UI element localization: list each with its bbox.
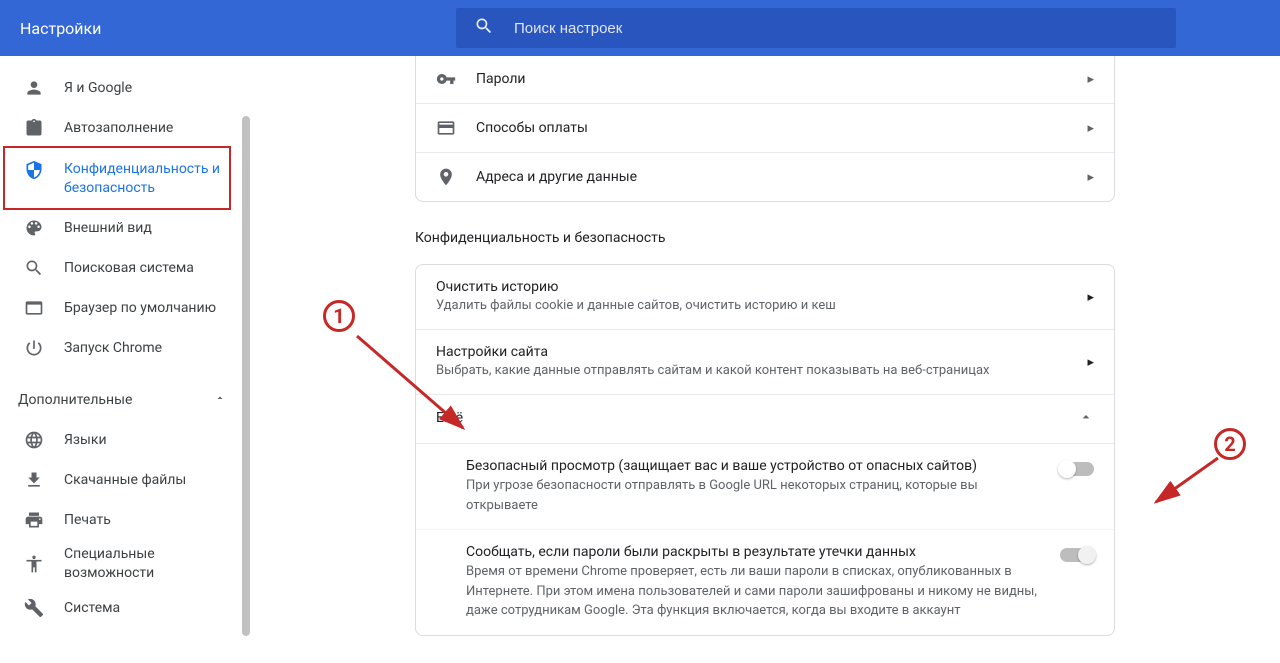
row-desc: Выбрать, какие данные отправлять сайтам … (436, 362, 1087, 380)
key-icon (436, 69, 456, 89)
annotation-marker-2: 2 (1214, 428, 1246, 460)
row-label: Адреса и другие данные (476, 169, 1087, 185)
sidebar-item-languages[interactable]: Языки (0, 420, 238, 460)
sidebar-section-label: Дополнительные (18, 392, 132, 408)
sidebar-section-advanced[interactable]: Дополнительные (0, 380, 250, 420)
sidebar-item-label: Запуск Chrome (64, 340, 162, 356)
palette-icon (24, 218, 44, 238)
sidebar-item-privacy-security[interactable]: Конфиденциальность и безопасность (0, 148, 238, 208)
row-desc: При угрозе безопасности отправлять в Goo… (466, 476, 1044, 515)
sidebar-item-label: Языки (64, 432, 107, 448)
row-desc: Время от времени Chrome проверяет, есть … (466, 562, 1044, 621)
clipboard-icon (24, 118, 44, 138)
chevron-right-icon: ▸ (1087, 170, 1094, 185)
chevron-right-icon: ▸ (1087, 355, 1094, 370)
annotation-marker-1: 1 (323, 300, 355, 332)
row-title: Очистить историю (436, 279, 1087, 295)
sidebar-item-you-and-google[interactable]: Я и Google (0, 68, 238, 108)
sidebar-item-system[interactable]: Система (0, 588, 238, 628)
sidebar-item-label: Специальные возможности (64, 545, 238, 583)
row-payment-methods[interactable]: Способы оплаты ▸ (416, 104, 1114, 153)
sidebar-item-label: Внешний вид (64, 220, 152, 236)
sidebar-item-print[interactable]: Печать (0, 500, 238, 540)
sidebar-item-label: Скачанные файлы (64, 472, 186, 488)
row-title: Сообщать, если пароли были раскрыты в ре… (466, 544, 1044, 560)
row-password-leak-detection: Сообщать, если пароли были раскрыты в ре… (416, 530, 1114, 635)
print-icon (24, 510, 44, 530)
row-desc: Удалить файлы cookie и данные сайтов, оч… (436, 297, 1087, 315)
sidebar-item-label: Автозаполнение (64, 120, 173, 136)
row-addresses[interactable]: Адреса и другие данные ▸ (416, 153, 1114, 201)
sidebar-item-appearance[interactable]: Внешний вид (0, 208, 238, 248)
accessibility-icon (24, 554, 44, 574)
chevron-right-icon: ▸ (1087, 72, 1094, 87)
search-icon (24, 258, 44, 278)
sidebar-item-accessibility[interactable]: Специальные возможности (0, 540, 238, 588)
sidebar-item-search-engine[interactable]: Поисковая система (0, 248, 238, 288)
row-label: Способы оплаты (476, 120, 1087, 136)
safe-browsing-toggle[interactable] (1060, 462, 1094, 476)
row-title: Настройки сайта (436, 344, 1087, 360)
annotation-arrow-2 (1148, 452, 1228, 512)
row-title: Безопасный просмотр (защищает вас и ваше… (466, 458, 1044, 474)
chevron-right-icon: ▸ (1087, 290, 1094, 305)
sidebar-item-label: Браузер по умолчанию (64, 300, 216, 316)
row-label: Пароли (476, 71, 1087, 87)
search-icon (474, 16, 514, 40)
browser-icon (24, 298, 44, 318)
chevron-up-icon (214, 392, 226, 408)
scrollbar[interactable] (242, 116, 250, 636)
row-safe-browsing: Безопасный просмотр (защищает вас и ваше… (416, 444, 1114, 530)
sidebar-item-on-startup[interactable]: Запуск Chrome (0, 328, 238, 368)
privacy-card: Очистить историю Удалить файлы cookie и … (415, 264, 1115, 636)
chevron-right-icon: ▸ (1087, 121, 1094, 136)
sidebar-item-label: Печать (64, 512, 111, 528)
sidebar-item-label: Поисковая система (64, 260, 194, 276)
person-icon (24, 78, 44, 98)
sidebar-item-downloads[interactable]: Скачанные файлы (0, 460, 238, 500)
row-site-settings[interactable]: Настройки сайта Выбрать, какие данные от… (416, 330, 1114, 395)
shield-icon (24, 160, 44, 180)
search-box[interactable] (456, 8, 1176, 48)
sidebar-item-label: Система (64, 600, 120, 616)
power-icon (24, 338, 44, 358)
app-header: Настройки (0, 0, 1280, 56)
main-content: Пароли ▸ Способы оплаты ▸ Адреса и други… (250, 56, 1280, 663)
password-leak-toggle[interactable] (1060, 548, 1094, 562)
sidebar-item-label: Конфиденциальность и безопасность (64, 160, 238, 198)
sidebar: Я и Google Автозаполнение Конфиденциальн… (0, 56, 250, 663)
credit-card-icon (436, 118, 456, 138)
wrench-icon (24, 598, 44, 618)
row-title: Ещё (436, 410, 1078, 426)
globe-icon (24, 430, 44, 450)
header-title: Настройки (16, 19, 456, 38)
row-clear-browsing-data[interactable]: Очистить историю Удалить файлы cookie и … (416, 265, 1114, 330)
privacy-section-title: Конфиденциальность и безопасность (415, 230, 1115, 246)
search-input[interactable] (514, 20, 1158, 37)
row-passwords[interactable]: Пароли ▸ (416, 56, 1114, 104)
location-icon (436, 167, 456, 187)
sidebar-item-autofill[interactable]: Автозаполнение (0, 108, 238, 148)
sidebar-item-default-browser[interactable]: Браузер по умолчанию (0, 288, 238, 328)
chevron-up-icon (1078, 409, 1094, 429)
row-more-toggle[interactable]: Ещё (416, 395, 1114, 444)
autofill-card: Пароли ▸ Способы оплаты ▸ Адреса и други… (415, 56, 1115, 202)
download-icon (24, 470, 44, 490)
sidebar-item-label: Я и Google (64, 80, 132, 96)
